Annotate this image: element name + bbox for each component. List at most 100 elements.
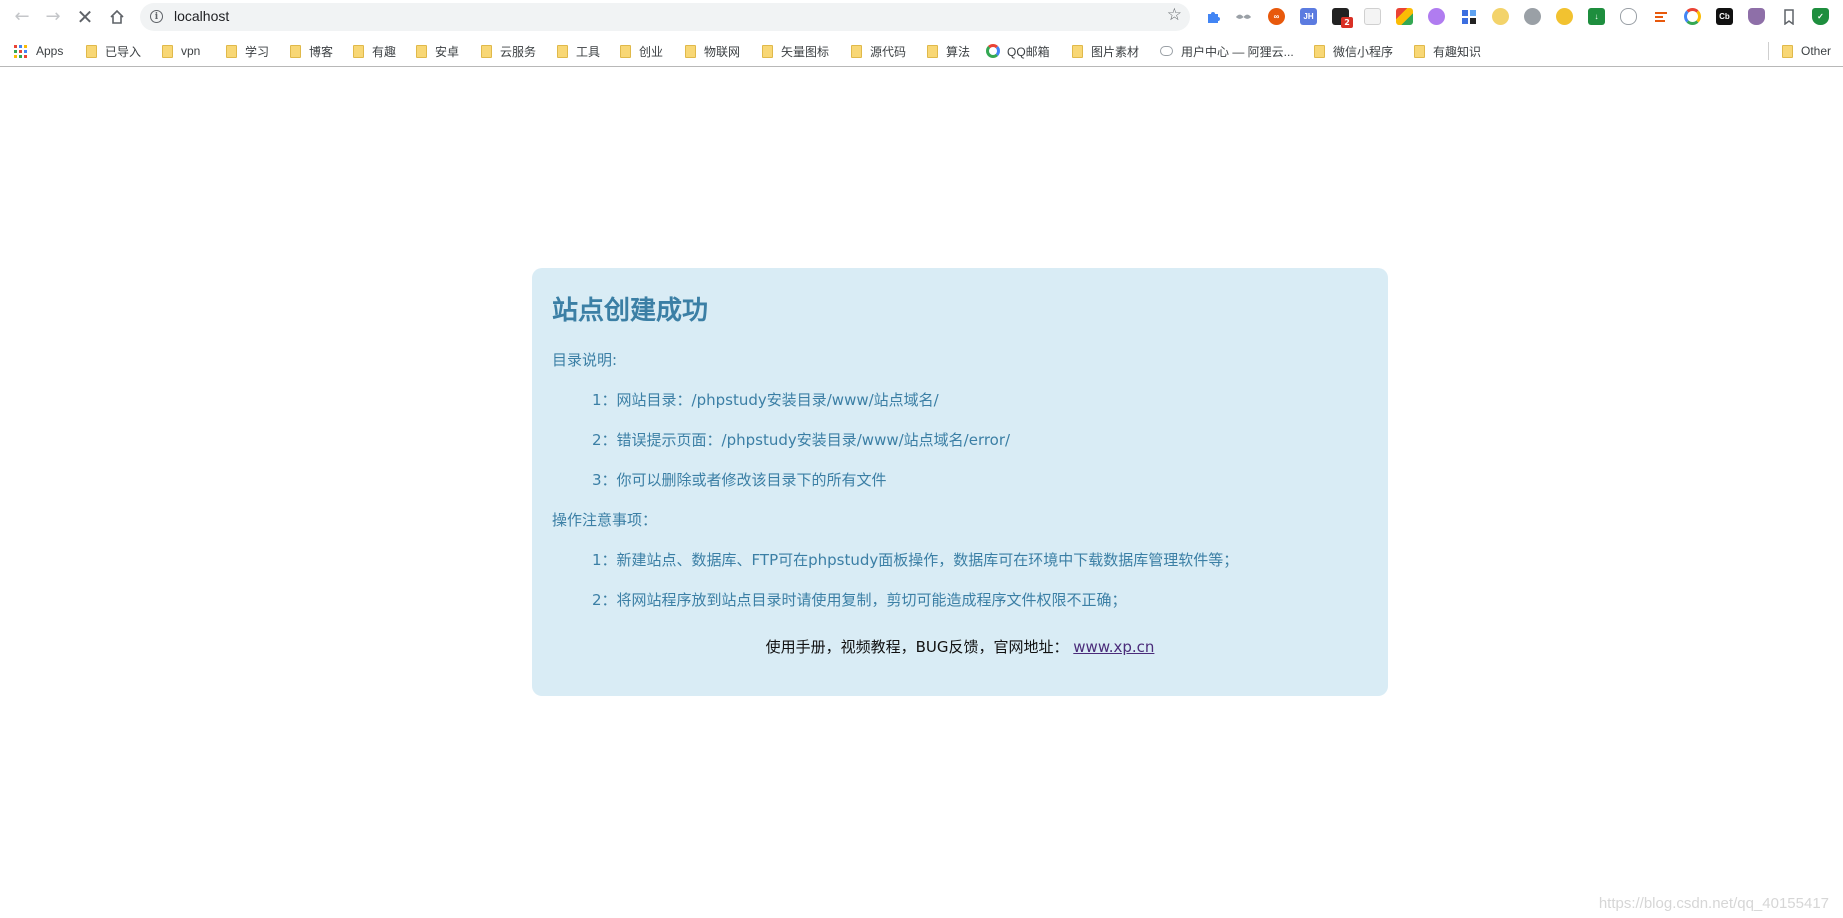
- info-icon[interactable]: i: [150, 10, 163, 23]
- grid-extension-icon[interactable]: [1460, 8, 1477, 25]
- bookmark-label: 已导入: [105, 44, 142, 59]
- directory-heading: 目录说明:: [552, 351, 618, 369]
- home-icon: [110, 9, 124, 24]
- folder-icon: [353, 44, 364, 58]
- bookmark-label: 博客: [309, 44, 334, 59]
- bookmark-label: 用户中心 — 阿狸云...: [1181, 44, 1294, 59]
- bookmark-folder[interactable]: 博客: [290, 42, 333, 60]
- folder-icon: [290, 44, 301, 58]
- download-extension-icon[interactable]: ↓: [1588, 8, 1605, 25]
- notes-heading: 操作注意事项：: [552, 511, 658, 529]
- forward-button[interactable]: →: [40, 4, 66, 30]
- bookmark-label: 云服务: [500, 44, 537, 59]
- address-bar[interactable]: i localhost ☆: [140, 3, 1190, 31]
- shield-extension-icon[interactable]: ✓: [1812, 8, 1829, 25]
- bookmarks-divider: [1768, 42, 1769, 60]
- bookmark-star-icon[interactable]: ☆: [1167, 7, 1182, 24]
- bookmark-ribbon-icon[interactable]: [1780, 8, 1797, 25]
- notes-item: 1：新建站点、数据库、FTP可在phpstudy面板操作，数据库可在环境中下载数…: [592, 551, 1239, 569]
- folder-icon: [1414, 44, 1425, 58]
- bookmark-label: 矢量图标: [781, 44, 830, 59]
- folder-icon: [620, 44, 631, 58]
- bird-extension-icon[interactable]: [1235, 8, 1252, 25]
- blank-extension-icon[interactable]: [1364, 8, 1381, 25]
- bookmarks-bar: Apps 已导入 vpn 学习 博客 有趣 安卓 云服务 工具 创业 物联网 矢…: [0, 34, 1843, 67]
- bookmark-folder[interactable]: 微信小程序: [1314, 42, 1393, 60]
- bookmark-folder[interactable]: 已导入: [86, 42, 141, 60]
- folder-icon: [1782, 44, 1793, 58]
- bookmark-folder[interactable]: 有趣: [353, 42, 396, 60]
- page-title: 站点创建成功: [552, 296, 709, 326]
- plug-extension-icon[interactable]: [1524, 8, 1541, 25]
- bookmark-label: QQ邮箱: [1007, 44, 1050, 59]
- bookmark-folder[interactable]: 有趣知识: [1414, 42, 1481, 60]
- folder-icon: [481, 44, 492, 58]
- bookmark-folder[interactable]: 矢量图标: [762, 42, 829, 60]
- apps-grid-icon: [14, 44, 27, 58]
- face-extension-icon[interactable]: [1492, 8, 1509, 25]
- cb-extension-icon[interactable]: Cb: [1716, 8, 1733, 25]
- address-url[interactable]: localhost: [174, 8, 229, 24]
- directory-item: 2：错误提示页面：/phpstudy安装目录/www/站点域名/error/: [592, 431, 1011, 449]
- bookmark-label: 源代码: [870, 44, 907, 59]
- bookmark-label: 微信小程序: [1333, 44, 1394, 59]
- puzzle-extension-icon[interactable]: [1204, 8, 1221, 25]
- home-button[interactable]: [104, 4, 130, 30]
- qq-mail-icon: [986, 44, 1000, 58]
- stop-loading-button[interactable]: ✕: [72, 4, 98, 30]
- bars-extension-icon[interactable]: [1652, 8, 1669, 25]
- bookmark-label: vpn: [181, 44, 201, 58]
- infinity-extension-icon[interactable]: ∞: [1268, 8, 1285, 25]
- directory-item: 3：你可以删除或者修改该目录下的所有文件: [592, 471, 887, 489]
- folder-icon: [86, 44, 97, 58]
- directory-item: 1：网站目录：/phpstudy安装目录/www/站点域名/: [592, 391, 939, 409]
- arrow-right-icon: →: [45, 6, 61, 27]
- feather-extension-icon[interactable]: [1428, 8, 1445, 25]
- folder-icon: [1314, 44, 1325, 58]
- browser-toolbar: ← → ✕ i localhost ☆ ∞ JH 2 ↓ Cb ✓: [0, 0, 1843, 34]
- bookmark-label: 有趣知识: [1433, 44, 1482, 59]
- bookmark-folder[interactable]: 源代码: [851, 42, 906, 60]
- bookmark-label: 安卓: [435, 44, 460, 59]
- bookmark-label: Other: [1801, 44, 1832, 58]
- folder-icon: [162, 44, 173, 58]
- folder-icon: [557, 44, 568, 58]
- footer-text: 使用手册，视频教程，BUG反馈，官网地址：: [765, 638, 1069, 656]
- official-site-link[interactable]: www.xp.cn: [1073, 638, 1154, 656]
- bookmark-label: 算法: [946, 44, 971, 59]
- extension-badge: 2: [1341, 17, 1353, 28]
- color-extension-icon[interactable]: [1396, 8, 1413, 25]
- back-button[interactable]: ←: [9, 4, 35, 30]
- person-extension-icon[interactable]: [1556, 8, 1573, 25]
- close-icon: ✕: [76, 5, 94, 29]
- folder-icon: [685, 44, 696, 58]
- bookmark-qq-mail[interactable]: QQ邮箱: [986, 42, 1050, 60]
- bookmark-folder[interactable]: 图片素材: [1072, 42, 1139, 60]
- bookmark-label: 图片素材: [1091, 44, 1140, 59]
- footer-line: 使用手册，视频教程，BUG反馈，官网地址： www.xp.cn: [532, 636, 1388, 657]
- bookmark-label: 创业: [639, 44, 664, 59]
- bookmark-folder[interactable]: 云服务: [481, 42, 536, 60]
- cloud-extension-icon[interactable]: [1620, 8, 1637, 25]
- bookmark-aliyun[interactable]: 用户中心 — 阿狸云...: [1160, 42, 1294, 60]
- bookmark-folder[interactable]: 工具: [557, 42, 600, 60]
- bookmark-label: 学习: [245, 44, 270, 59]
- bookmark-label: 工具: [576, 44, 601, 59]
- bookmark-apps[interactable]: Apps: [14, 42, 63, 60]
- arrow-left-icon: ←: [14, 6, 30, 27]
- bookmark-folder[interactable]: 创业: [620, 42, 663, 60]
- notes-item: 2：将网站程序放到站点目录时请使用复制，剪切可能造成程序文件权限不正确；: [592, 591, 1127, 609]
- bookmark-folder[interactable]: 安卓: [416, 42, 459, 60]
- bookmark-folder[interactable]: 学习: [226, 42, 269, 60]
- bookmark-folder[interactable]: 物联网: [685, 42, 740, 60]
- bookmark-folder[interactable]: vpn: [162, 42, 200, 60]
- google-extension-icon[interactable]: [1684, 8, 1701, 25]
- bookmark-other[interactable]: Other: [1782, 42, 1831, 60]
- folder-icon: [1072, 44, 1083, 58]
- jh-extension-icon[interactable]: JH: [1300, 8, 1317, 25]
- folder-icon: [927, 44, 938, 58]
- folder-icon: [762, 44, 773, 58]
- cloud-icon: [1160, 46, 1173, 56]
- bookmark-folder[interactable]: 算法: [927, 42, 970, 60]
- owl-extension-icon[interactable]: [1748, 8, 1765, 25]
